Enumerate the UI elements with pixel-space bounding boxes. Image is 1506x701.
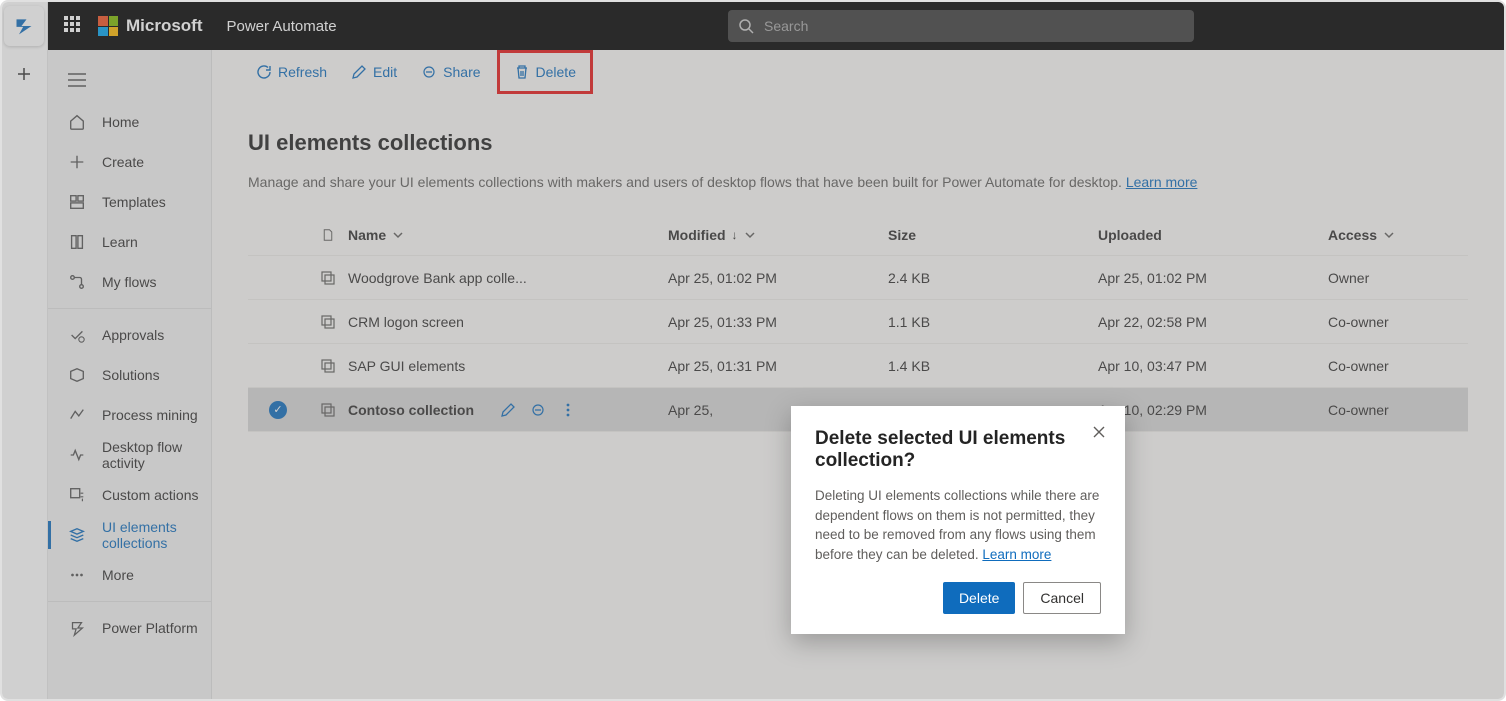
delete-confirmation-dialog: Delete selected UI elements collection? … — [791, 406, 1125, 634]
dialog-title: Delete selected UI elements collection? — [815, 428, 1101, 472]
dialog-learn-more-link[interactable]: Learn more — [982, 547, 1051, 562]
dialog-delete-button[interactable]: Delete — [943, 582, 1015, 614]
dialog-cancel-button[interactable]: Cancel — [1023, 582, 1101, 614]
modal-scrim — [2, 2, 1504, 699]
dialog-body: Deleting UI elements collections while t… — [815, 486, 1101, 564]
dialog-close-button[interactable] — [1087, 420, 1111, 444]
close-icon — [1092, 425, 1106, 439]
